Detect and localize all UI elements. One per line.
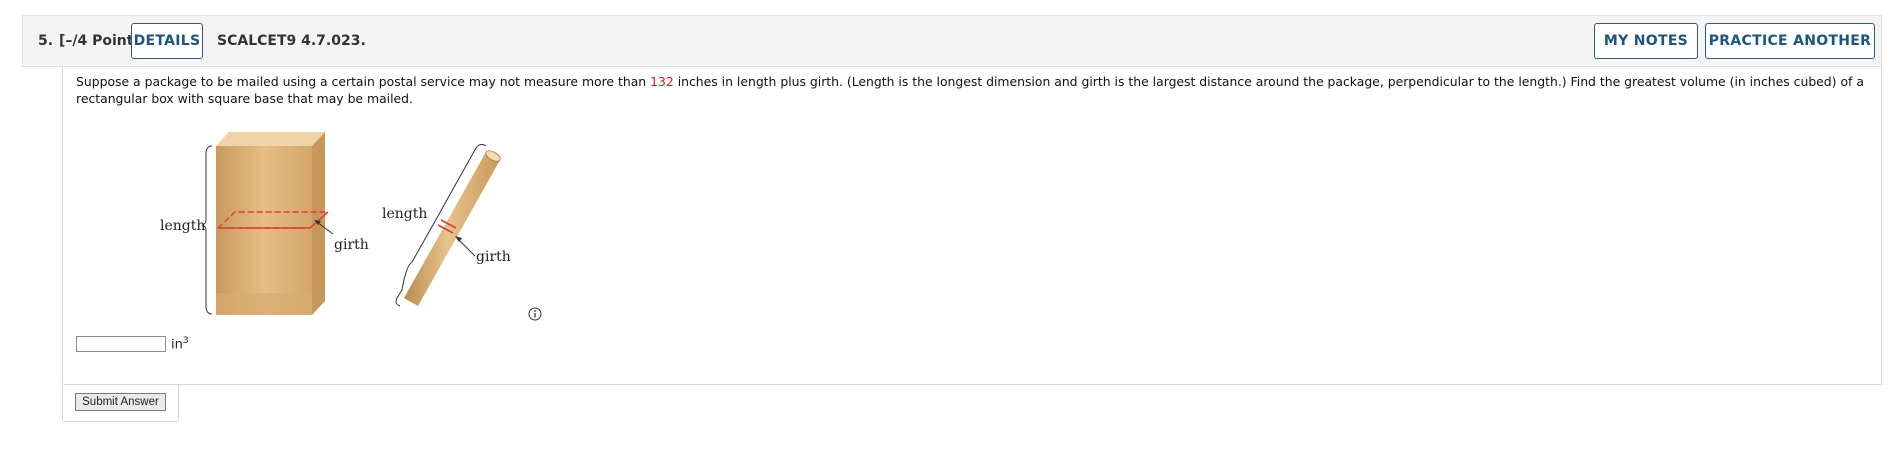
details-button[interactable]: DETAILS — [131, 23, 203, 59]
tube-girth-label: girth — [476, 249, 511, 265]
question-number: 5. — [38, 33, 54, 49]
question-text-part: Suppose a package to be mailed using a c… — [76, 74, 651, 89]
answer-unit: in3 — [171, 336, 189, 352]
practice-another-button[interactable]: PRACTICE ANOTHER — [1705, 23, 1875, 59]
box-length-label: length — [160, 218, 205, 234]
question-header: 5. [–/4 Points] DETAILS SCALCET9 4.7.023… — [22, 15, 1882, 67]
unit-exponent: 3 — [182, 336, 189, 346]
box-girth-label: girth — [334, 237, 369, 253]
submit-answer-button[interactable]: Submit Answer — [75, 393, 166, 411]
unit-base: in — [171, 337, 183, 353]
tube-drawing — [395, 143, 501, 307]
package-figure: length girth length girth — [160, 132, 511, 315]
max-measure-value: 132 — [650, 74, 674, 89]
question-text: Suppose a package to be mailed using a c… — [76, 73, 1876, 107]
question-code: SCALCET9 4.7.023. — [217, 33, 366, 49]
answer-input[interactable] — [76, 336, 166, 352]
info-circle-icon[interactable] — [528, 307, 542, 321]
my-notes-button[interactable]: MY NOTES — [1594, 23, 1698, 59]
tube-length-label: length — [382, 206, 427, 222]
box-drawing — [201, 132, 334, 315]
